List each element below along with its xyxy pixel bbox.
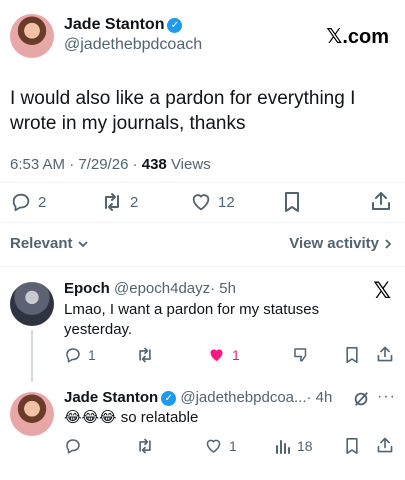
reply-button[interactable]: 1 bbox=[64, 346, 96, 364]
thumbs-down-icon bbox=[294, 348, 307, 362]
author-block: Jade Stanton ✓ @jadethebpdcoach bbox=[64, 16, 202, 54]
emoji-laughing: 😂😂😂 bbox=[64, 409, 117, 426]
views-count: 438 bbox=[141, 156, 167, 173]
reply-header: Epoch @epoch4dayz· 5h bbox=[64, 280, 236, 297]
reply-icon bbox=[64, 346, 82, 364]
author-handle[interactable]: @jadethebpdcoach bbox=[64, 36, 202, 54]
reply-time[interactable]: · 4h bbox=[307, 389, 333, 406]
more-dots-icon: ··· bbox=[377, 388, 396, 405]
author-name[interactable]: Jade Stanton bbox=[64, 389, 158, 406]
share-button[interactable] bbox=[376, 345, 394, 363]
like-count: 1 bbox=[232, 347, 240, 363]
author-name[interactable]: Epoch bbox=[64, 280, 110, 297]
divider bbox=[0, 222, 405, 223]
avatar[interactable] bbox=[10, 282, 54, 326]
chevron-down-icon bbox=[77, 240, 88, 247]
like-count: 1 bbox=[229, 438, 237, 454]
retweet-button[interactable] bbox=[135, 437, 155, 455]
analytics-bars-icon bbox=[275, 438, 291, 454]
bookmark-button[interactable] bbox=[344, 346, 360, 364]
x-brand-logo: 𝕏.com bbox=[326, 26, 389, 48]
retweet-button[interactable]: 2 bbox=[100, 191, 138, 213]
views-button[interactable]: 18 bbox=[275, 437, 313, 455]
reply-text: 😂😂😂 so relatable bbox=[64, 408, 198, 428]
heart-filled-icon bbox=[207, 346, 226, 364]
chevron-right-icon bbox=[385, 238, 392, 249]
like-button[interactable]: 12 bbox=[190, 191, 235, 213]
bookmark-icon bbox=[285, 192, 299, 212]
bookmark-icon bbox=[346, 438, 358, 454]
like-button[interactable]: 1 bbox=[204, 437, 237, 455]
bookmark-button[interactable] bbox=[282, 191, 302, 213]
tweet-meta: 6:53 AM · 7/29/26 · 438 Views bbox=[10, 156, 211, 173]
heart-icon bbox=[190, 191, 212, 213]
divider bbox=[0, 182, 405, 183]
divider bbox=[0, 266, 405, 267]
retweet-button[interactable] bbox=[135, 346, 155, 364]
share-icon bbox=[372, 192, 390, 210]
verified-badge-icon: ✓ bbox=[161, 391, 177, 406]
avatar[interactable] bbox=[10, 14, 54, 58]
thread-connector-line bbox=[31, 330, 33, 382]
author-name[interactable]: Jade Stanton ✓ bbox=[64, 16, 202, 34]
x-logo-icon: 𝕏 bbox=[373, 278, 391, 303]
retweet-icon bbox=[139, 347, 151, 363]
views-count: 18 bbox=[297, 438, 313, 454]
reply-icon bbox=[10, 191, 32, 213]
retweet-icon bbox=[100, 191, 124, 213]
share-button[interactable] bbox=[370, 190, 392, 212]
reply-text-body: so relatable bbox=[120, 409, 199, 426]
avatar[interactable] bbox=[10, 392, 54, 436]
reply-button[interactable] bbox=[64, 437, 82, 455]
verified-badge-icon: ✓ bbox=[167, 18, 183, 33]
tweet-text: I would also like a pardon for everythin… bbox=[10, 88, 356, 134]
reply-text: Lmao, I want a pardon for my statuses ye… bbox=[64, 301, 320, 338]
retweet-icon bbox=[139, 438, 151, 454]
like-count: 12 bbox=[218, 193, 235, 211]
reply-count: 1 bbox=[88, 347, 96, 363]
grok-icon[interactable] bbox=[352, 390, 370, 408]
share-icon bbox=[377, 437, 393, 453]
share-button[interactable] bbox=[376, 436, 394, 454]
heart-icon bbox=[204, 437, 223, 455]
reply-time[interactable]: · 5h bbox=[210, 280, 236, 297]
retweet-count: 2 bbox=[130, 193, 139, 211]
reply-icon bbox=[66, 439, 80, 454]
reply-count: 2 bbox=[38, 193, 47, 211]
views-label: Views bbox=[170, 156, 211, 173]
view-activity-label: View activity bbox=[289, 235, 379, 252]
timestamp[interactable]: 6:53 AM · 7/29/26 · bbox=[10, 156, 138, 173]
bookmark-button[interactable] bbox=[344, 437, 360, 455]
reply-button[interactable]: 2 bbox=[10, 191, 46, 213]
sort-relevant-dropdown[interactable]: Relevant bbox=[10, 235, 89, 252]
author-name-text[interactable]: Jade Stanton bbox=[64, 16, 164, 33]
relevant-label: Relevant bbox=[10, 235, 73, 252]
dislike-button[interactable] bbox=[292, 346, 310, 364]
share-icon bbox=[377, 346, 393, 362]
author-handle[interactable]: @jadethebpdcoa... bbox=[180, 389, 306, 406]
reply-header: Jade Stanton ✓ @jadethebpdcoa...· 4h bbox=[64, 389, 364, 406]
author-handle[interactable]: @epoch4dayz bbox=[114, 280, 210, 297]
view-activity-link[interactable]: View activity bbox=[289, 235, 393, 252]
like-button[interactable]: 1 bbox=[207, 346, 240, 364]
bookmark-icon bbox=[346, 347, 358, 363]
more-options-button[interactable]: ··· bbox=[377, 388, 396, 406]
